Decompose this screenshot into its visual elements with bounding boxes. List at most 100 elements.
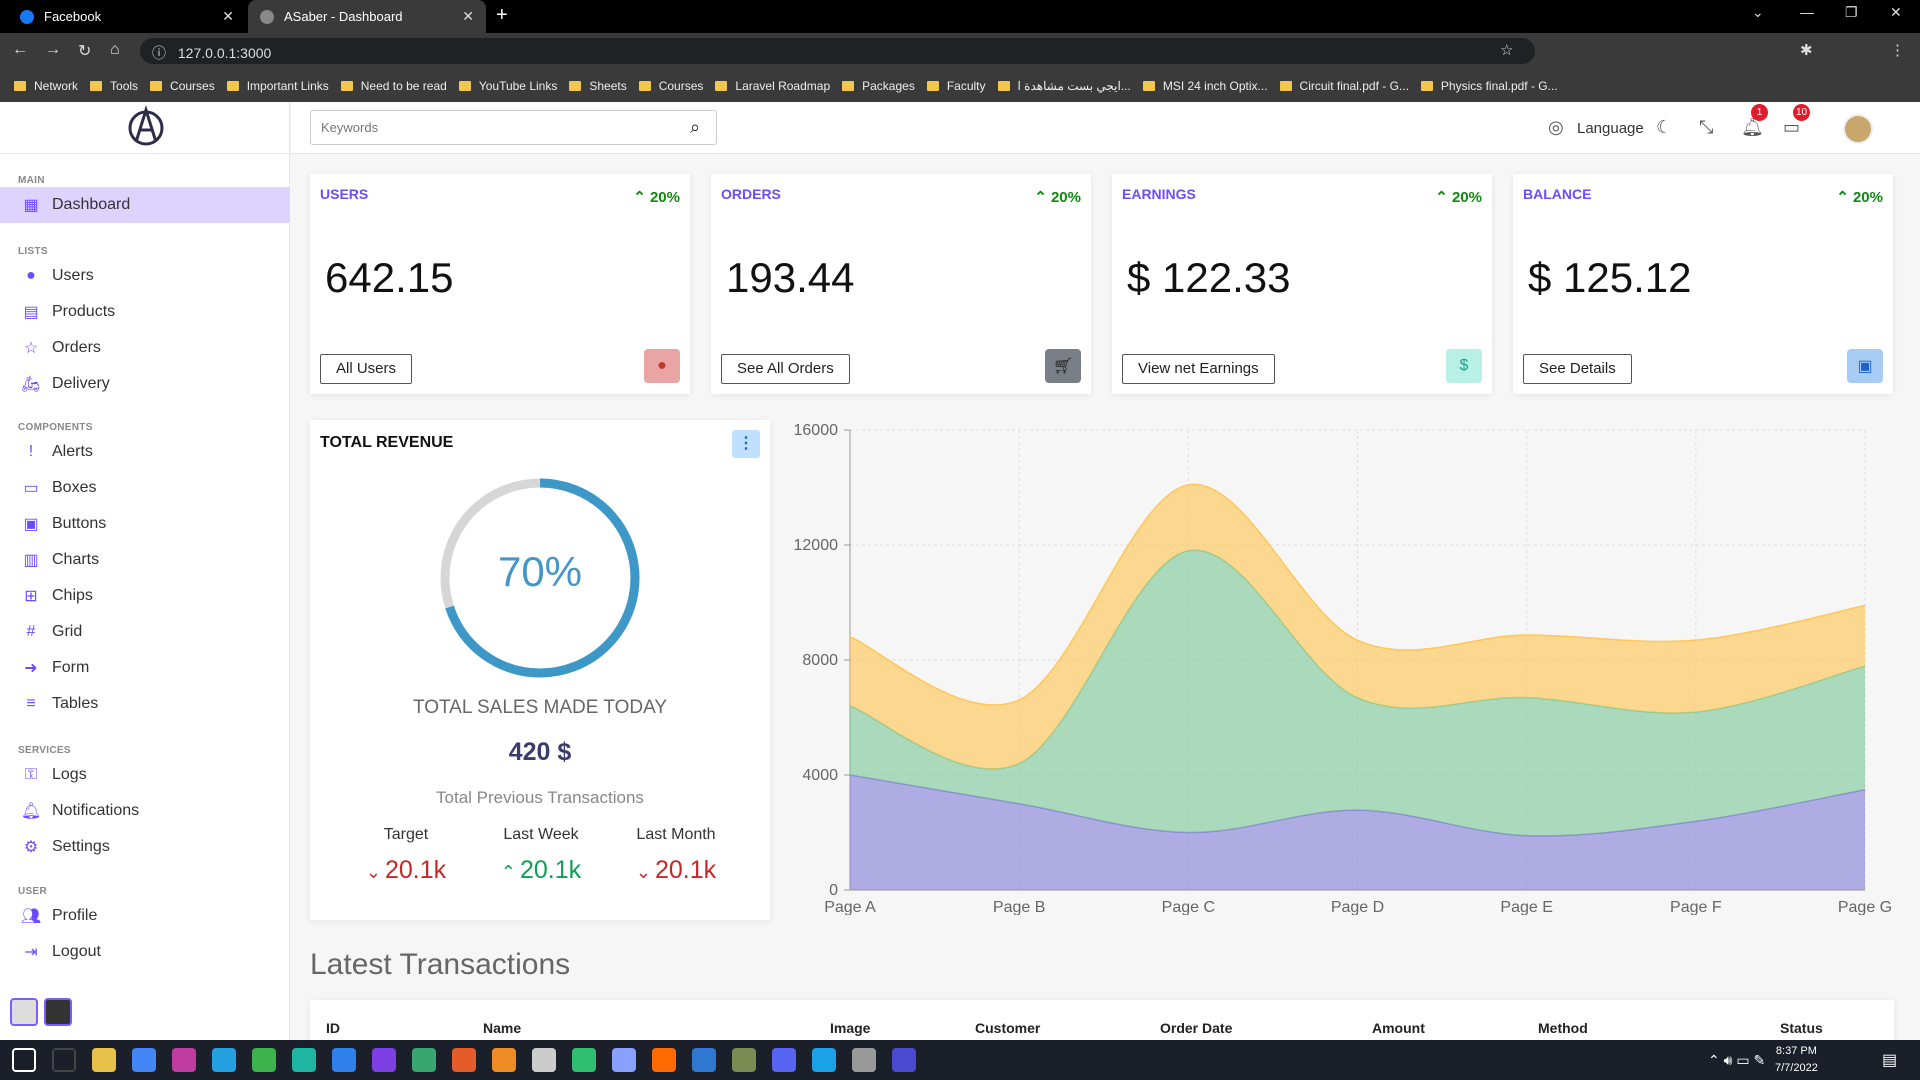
tab-search-icon[interactable]: ⌄ [1752,4,1764,21]
dollar-icon[interactable]: $ [1446,349,1482,383]
bookmark-item[interactable]: Important Links [226,79,329,93]
nox-icon[interactable] [892,1048,916,1072]
reload-icon[interactable]: ↻ [78,41,91,61]
back-icon[interactable]: ← [12,41,28,59]
home-icon[interactable]: ⌂ [110,41,120,59]
action-center-icon[interactable]: ▤ [1882,1050,1897,1070]
visual-studio-icon[interactable] [372,1048,396,1072]
sidebar-item-notifications[interactable]: 🔔︎ Notifications [0,793,290,829]
close-tab-icon[interactable]: ✕ [462,8,474,25]
sidebar-item-delivery[interactable]: 🛵︎ Delivery [0,366,290,402]
clion-icon[interactable] [292,1048,316,1072]
bookmark-item[interactable]: Sheets [569,79,627,93]
minimize-button[interactable]: — [1800,4,1814,20]
bookmark-item[interactable]: Need to be read [340,79,447,93]
sidebar-item-alerts[interactable]: ! Alerts [0,434,290,470]
app-icon[interactable] [732,1048,756,1072]
vscode-icon[interactable] [332,1048,356,1072]
sidebar-item-orders[interactable]: ☆ Orders [0,330,290,366]
sidebar-item-logs[interactable]: ⚿ Logs [0,757,290,793]
star-icon[interactable]: ☆ [1500,41,1513,59]
bookmark-item[interactable]: ايجي بست مشاهدة ا... [997,79,1131,93]
app-icon[interactable] [612,1048,636,1072]
widget-link-button[interactable]: See Details [1523,354,1632,384]
tab-facebook[interactable]: Facebook ✕ [8,0,246,33]
sidebar-item-chips[interactable]: ⊞ Chips [0,578,290,614]
app-icon[interactable] [532,1048,556,1072]
more-options-icon[interactable]: ⋮ [732,430,760,458]
close-tab-icon[interactable]: ✕ [222,8,234,25]
light-theme-button[interactable] [10,998,38,1026]
clock[interactable]: 8:37 PM 7/7/2022 [1775,1043,1818,1077]
windows-start-icon[interactable] [12,1048,36,1072]
search-icon[interactable] [52,1048,76,1072]
column-header-order-date[interactable]: Order Date [1160,1020,1232,1036]
sidebar-item-charts[interactable]: ▥ Charts [0,542,290,578]
person-icon[interactable]: ● [644,349,680,383]
dark-theme-button[interactable] [44,998,72,1026]
dark-mode-icon[interactable]: ☾ [1656,117,1672,138]
app-icon[interactable] [812,1048,836,1072]
bookmark-item[interactable]: Network [14,79,78,93]
mongodb-icon[interactable] [572,1048,596,1072]
sidebar-item-logout[interactable]: ⇥ Logout [0,934,290,970]
menu-icon[interactable]: ⋮ [1890,41,1905,59]
postman-icon[interactable] [492,1048,516,1072]
column-header-customer[interactable]: Customer [975,1020,1040,1036]
sidebar-item-grid[interactable]: # Grid [0,614,290,650]
avatar[interactable] [1843,114,1873,144]
widget-link-button[interactable]: All Users [320,354,413,384]
sidebar-item-settings[interactable]: ⚙ Settings [0,829,290,865]
widget-link-button[interactable]: View net Earnings [1122,354,1275,384]
column-header-status[interactable]: Status [1780,1020,1823,1036]
tab-dashboard[interactable]: ASaber - Dashboard ✕ [248,0,486,33]
webstorm-icon[interactable] [212,1048,236,1072]
bookmark-item[interactable]: Tools [90,79,138,93]
sidebar-item-form[interactable]: ➜ Form [0,650,290,686]
bookmark-item[interactable]: Packages [842,79,915,93]
widget-link-button[interactable]: See All Orders [721,354,850,384]
bookmark-item[interactable]: Courses [638,79,703,93]
column-header-amount[interactable]: Amount [1372,1020,1425,1036]
system-tray[interactable]: ⌃ 🔊︎ ▭ ✎ [1708,1052,1765,1069]
pycharm-icon[interactable] [252,1048,276,1072]
bookmark-item[interactable]: Courses [150,79,215,93]
office-icon[interactable] [452,1048,476,1072]
sidebar-item-profile[interactable]: 👥︎ Profile [0,898,290,934]
bookmark-item[interactable]: MSI 24 inch Optix... [1142,79,1268,93]
bookmark-item[interactable]: Faculty [926,79,986,93]
forward-icon[interactable]: → [45,41,61,59]
chrome-icon[interactable] [132,1048,156,1072]
language-label[interactable]: Language [1577,120,1644,137]
sidebar-item-products[interactable]: ▤ Products [0,294,290,330]
discord-icon[interactable] [772,1048,796,1072]
bookmark-item[interactable]: Physics final.pdf - G... [1420,79,1558,93]
column-header-name[interactable]: Name [483,1020,521,1036]
app-icon[interactable] [852,1048,876,1072]
column-header-image[interactable]: Image [830,1020,870,1036]
extensions-icon[interactable]: ✱ [1800,41,1813,59]
bookmark-item[interactable]: Circuit final.pdf - G... [1279,79,1409,93]
bookmark-item[interactable]: YouTube Links [458,79,557,93]
new-tab-button[interactable]: + [496,4,508,27]
app-icon[interactable] [412,1048,436,1072]
search-input[interactable]: Keywords [310,110,717,145]
address-bar[interactable]: ⓘ 127.0.0.1:3000 [140,38,1535,64]
restore-button[interactable]: ❐ [1845,4,1858,21]
sidebar-item-boxes[interactable]: ▭ Boxes [0,470,290,506]
cart-icon[interactable]: 🛒︎ [1045,349,1081,383]
soundcloud-icon[interactable] [652,1048,676,1072]
sidebar-item-dashboard[interactable]: ▦ Dashboard [0,187,290,223]
phpstorm-icon[interactable] [172,1048,196,1072]
globe-icon[interactable]: ◎ [1548,117,1564,138]
search-icon[interactable]: ⌕ [690,117,700,138]
column-header-method[interactable]: Method [1538,1020,1588,1036]
bookmark-item[interactable]: Laravel Roadmap [715,79,830,93]
file-explorer-icon[interactable] [92,1048,116,1072]
close-window-button[interactable]: ✕ [1890,4,1902,21]
sidebar-item-buttons[interactable]: ▣ Buttons [0,506,290,542]
sidebar-item-tables[interactable]: ≡ Tables [0,686,290,722]
column-header-id[interactable]: ID [326,1020,340,1036]
wallet-icon[interactable]: ▣ [1847,349,1883,383]
fullscreen-exit-icon[interactable]: ⤡ [1699,117,1713,138]
